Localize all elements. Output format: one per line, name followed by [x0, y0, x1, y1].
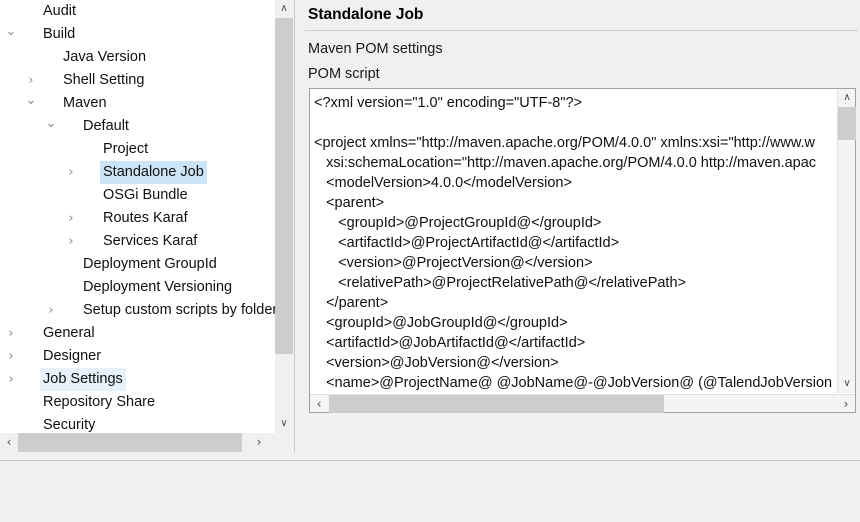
tree-item-label: Standalone Job: [100, 161, 207, 184]
chevron-down-icon[interactable]: ⌄: [23, 92, 39, 115]
scroll-up-icon[interactable]: ∧: [838, 89, 856, 107]
tree-horizontal-scrollbar[interactable]: ‹ ›: [0, 433, 275, 452]
tree-item-general[interactable]: › General: [0, 322, 275, 345]
tree-item-osgi-bundle[interactable]: OSGi Bundle: [0, 184, 275, 207]
pom-line: <?xml version="1.0" encoding="UTF-8"?>: [314, 93, 836, 113]
tree-item-label: Designer: [40, 345, 104, 368]
tree-item-label: Deployment GroupId: [80, 253, 220, 276]
chevron-right-icon[interactable]: ›: [23, 69, 39, 92]
tree-item-label: OSGi Bundle: [100, 184, 191, 207]
tree-item-job-settings[interactable]: › Job Settings: [0, 368, 275, 391]
chevron-right-icon[interactable]: ›: [63, 230, 79, 253]
title-separator: [305, 30, 858, 31]
pom-line: <groupId>@JobGroupId@</groupId>: [314, 313, 836, 333]
chevron-right-icon[interactable]: ›: [3, 345, 19, 368]
chevron-right-icon[interactable]: ›: [43, 299, 59, 322]
tree-item-project[interactable]: Project: [0, 138, 275, 161]
scroll-down-icon[interactable]: ∨: [275, 415, 293, 433]
tree-item-label: Services Karaf: [100, 230, 200, 253]
chevron-right-icon[interactable]: ›: [3, 368, 19, 391]
pom-line: xsi:schemaLocation="http://maven.apache.…: [314, 153, 836, 173]
pom-line: [314, 113, 836, 133]
tree-vertical-scrollbar[interactable]: ∧ ∨: [275, 0, 293, 433]
editor-horizontal-scrollbar[interactable]: ‹ ›: [310, 394, 855, 412]
pane-divider: [294, 0, 295, 452]
scroll-right-icon[interactable]: ›: [250, 433, 268, 452]
chevron-right-icon[interactable]: ›: [63, 161, 79, 184]
pom-line: <modelVersion>4.0.0</modelVersion>: [314, 173, 836, 193]
tree-item-maven[interactable]: ⌄ Maven: [0, 92, 275, 115]
tree-item-label: Routes Karaf: [100, 207, 191, 230]
tree-item-routes-karaf[interactable]: › Routes Karaf: [0, 207, 275, 230]
pom-line: <version>@JobVersion@</version>: [314, 353, 836, 373]
scroll-left-icon[interactable]: ‹: [310, 395, 328, 413]
preferences-dialog: Audit⌄BuildJava Version›Shell Setting⌄Ma…: [0, 0, 860, 522]
pom-line: <artifactId>@ProjectArtifactId@</artifac…: [314, 233, 836, 253]
pom-line: <parent>: [314, 193, 836, 213]
tree-item-label: Repository Share: [40, 391, 158, 414]
settings-page-pane: Standalone Job Maven POM settings POM sc…: [300, 0, 860, 458]
tree-item-label: Maven: [60, 92, 110, 115]
tree-item-label: Setup custom scripts by folder: [80, 299, 275, 322]
tree-item-repository-share[interactable]: Repository Share: [0, 391, 275, 414]
tree-item-label: General: [40, 322, 98, 345]
editor-hscroll-thumb[interactable]: [329, 395, 664, 413]
pom-script-text[interactable]: <?xml version="1.0" encoding="UTF-8"?> <p…: [310, 89, 836, 393]
tree-item-audit[interactable]: Audit: [0, 0, 275, 23]
pom-line: <groupId>@ProjectGroupId@</groupId>: [314, 213, 836, 233]
pom-script-label: POM script: [308, 64, 380, 84]
chevron-right-icon[interactable]: ›: [63, 207, 79, 230]
dialog-footer: Import Export Apply and Close Cancel: [0, 461, 860, 522]
tree-item-label: Security: [40, 414, 98, 433]
tree-item-designer[interactable]: › Designer: [0, 345, 275, 368]
tree-vscroll-thumb[interactable]: [275, 18, 293, 354]
pom-line: <relativePath>@ProjectRelativePath@</rel…: [314, 273, 836, 293]
tree-item-label: Default: [80, 115, 132, 138]
tree-item-services-karaf[interactable]: › Services Karaf: [0, 230, 275, 253]
scroll-down-icon[interactable]: ∨: [838, 375, 856, 393]
pom-line: </parent>: [314, 293, 836, 313]
scroll-right-icon[interactable]: ›: [837, 395, 855, 413]
tree-item-build[interactable]: ⌄ Build: [0, 23, 275, 46]
tree-item-setup-custom-scripts-by-folder[interactable]: › Setup custom scripts by folder: [0, 299, 275, 322]
tree-item-label: Job Settings: [40, 368, 126, 391]
tree-item-security[interactable]: Security: [0, 414, 275, 433]
tree-item-standalone-job[interactable]: › Standalone Job: [0, 161, 275, 184]
tree-item-label: Project: [100, 138, 151, 161]
preferences-tree-pane: Audit⌄BuildJava Version›Shell Setting⌄Ma…: [0, 0, 293, 458]
section-label: Maven POM settings: [308, 39, 443, 59]
pom-line: <version>@ProjectVersion@</version>: [314, 253, 836, 273]
chevron-down-icon[interactable]: ⌄: [43, 115, 59, 138]
tree-item-label: Deployment Versioning: [80, 276, 235, 299]
chevron-down-icon[interactable]: ⌄: [3, 23, 19, 46]
pom-line: <project xmlns="http://maven.apache.org/…: [314, 133, 836, 153]
preferences-tree[interactable]: Audit⌄BuildJava Version›Shell Setting⌄Ma…: [0, 0, 275, 433]
tree-item-label: Build: [40, 23, 78, 46]
tree-item-label: Shell Setting: [60, 69, 147, 92]
editor-vscroll-thumb[interactable]: [838, 107, 856, 140]
chevron-right-icon[interactable]: ›: [3, 322, 19, 345]
tree-item-deployment-versioning[interactable]: Deployment Versioning: [0, 276, 275, 299]
tree-item-label: Audit: [40, 0, 79, 23]
scroll-left-icon[interactable]: ‹: [0, 433, 18, 452]
tree-item-deployment-groupid[interactable]: Deployment GroupId: [0, 253, 275, 276]
pom-script-editor[interactable]: <?xml version="1.0" encoding="UTF-8"?> <p…: [309, 88, 856, 413]
tree-item-label: Java Version: [60, 46, 149, 69]
tree-item-java-version[interactable]: Java Version: [0, 46, 275, 69]
tree-item-default[interactable]: ⌄ Default: [0, 115, 275, 138]
scroll-up-icon[interactable]: ∧: [275, 0, 293, 18]
pom-line: <name>@ProjectName@ @JobName@-@JobVersio…: [314, 373, 836, 393]
editor-vertical-scrollbar[interactable]: ∧ ∨: [837, 89, 855, 393]
tree-hscroll-thumb[interactable]: [18, 433, 242, 452]
tree-item-shell-setting[interactable]: › Shell Setting: [0, 69, 275, 92]
page-title: Standalone Job: [308, 2, 423, 28]
pom-line: <artifactId>@JobArtifactId@</artifactId>: [314, 333, 836, 353]
